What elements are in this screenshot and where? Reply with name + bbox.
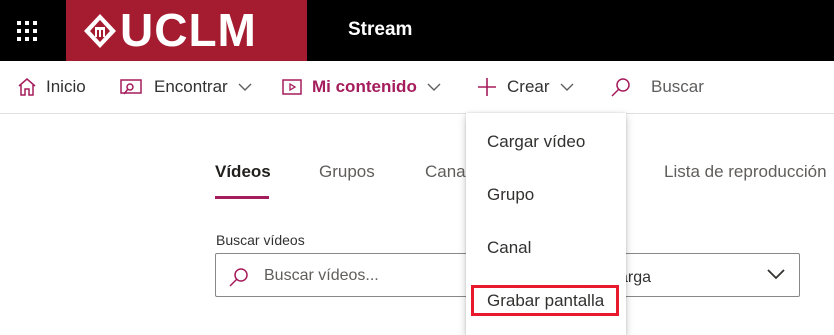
app-launcher-icon[interactable]: [17, 21, 37, 41]
menu-item-upload-video[interactable]: Cargar vídeo: [487, 132, 585, 152]
menu-item-channel[interactable]: Canal: [487, 238, 531, 258]
nav-bar: Inicio Encontrar Mi contenido Crear Busc…: [0, 61, 834, 114]
logo-text: UCLM: [120, 4, 257, 56]
app-title[interactable]: Stream: [348, 19, 412, 41]
nav-my-content[interactable]: Mi contenido: [281, 61, 441, 113]
home-icon: [17, 77, 37, 97]
top-header: UCLM Stream: [0, 0, 834, 61]
nav-create[interactable]: Crear: [476, 61, 574, 113]
menu-item-group[interactable]: Grupo: [487, 185, 534, 205]
uclm-emblem-icon: [84, 14, 116, 48]
tab-channels[interactable]: Canal: [425, 162, 469, 182]
chevron-down-icon: [427, 82, 441, 92]
chevron-down-icon: [560, 82, 574, 92]
tab-groups[interactable]: Grupos: [319, 162, 375, 182]
active-tab-indicator: [215, 196, 269, 199]
nav-discover[interactable]: Encontrar: [119, 61, 252, 113]
nav-home-label: Inicio: [46, 77, 86, 96]
search-icon: [610, 76, 632, 98]
nav-search[interactable]: Buscar: [610, 61, 704, 113]
plus-icon: [476, 76, 498, 98]
tab-playlists[interactable]: Lista de reproducción: [664, 162, 827, 182]
nav-create-label: Crear: [507, 77, 550, 96]
chevron-down-icon: [238, 82, 252, 92]
main-content: Vídeos Grupos Canal Lista de reproducció…: [0, 114, 834, 335]
discover-icon: [119, 77, 145, 97]
tab-videos[interactable]: Vídeos: [215, 162, 271, 182]
search-icon: [228, 266, 250, 293]
chevron-down-icon[interactable]: [766, 267, 786, 286]
nav-home[interactable]: Inicio: [17, 61, 86, 113]
search-videos-input[interactable]: [262, 264, 466, 288]
uclm-logo[interactable]: UCLM: [66, 0, 307, 61]
highlight-box: [471, 285, 619, 316]
search-videos-label: Buscar vídeos: [216, 232, 305, 248]
play-box-icon: [281, 77, 303, 97]
nav-my-content-label: Mi contenido: [312, 77, 417, 96]
nav-discover-label: Encontrar: [154, 77, 228, 96]
nav-search-label: Buscar: [651, 77, 704, 96]
